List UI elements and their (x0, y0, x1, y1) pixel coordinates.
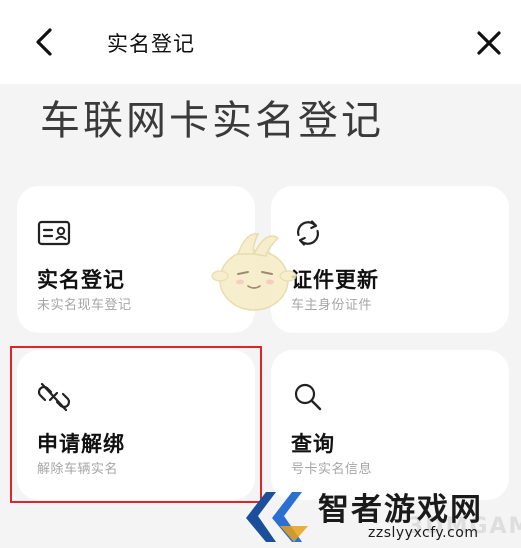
mascot-watermark (211, 233, 297, 311)
card-subtitle: 解除车辆实名 (37, 462, 119, 477)
card-subtitle: 号卡实名信息 (291, 462, 373, 477)
card-title: 实名登记 (37, 268, 125, 292)
card-title: 查询 (291, 432, 335, 456)
card-subtitle: 未实名现车登记 (37, 298, 132, 313)
search-icon (294, 383, 322, 411)
id-card-icon (37, 220, 71, 246)
card-subtitle: 车主身份证件 (291, 298, 373, 313)
watermark-brand: 智者游戏网 (318, 492, 483, 528)
chevron-left-icon (36, 28, 52, 56)
card-apply-unbind[interactable]: 申请解绑 解除车辆实名 (17, 350, 255, 500)
card-title: 申请解绑 (37, 432, 125, 456)
unlink-icon (37, 382, 71, 412)
page-title: 实名登记 (107, 32, 195, 56)
back-button[interactable] (28, 26, 60, 58)
card-query[interactable]: 查询 号卡实名信息 (271, 350, 509, 500)
site-logo-icon (246, 492, 308, 542)
close-icon (477, 31, 501, 55)
close-button[interactable] (472, 26, 506, 60)
top-bar: 实名登记 (0, 0, 521, 84)
watermark-url: zzslyyxcfy.com (368, 525, 479, 541)
card-title: 证件更新 (291, 268, 379, 292)
card-document-update[interactable]: 证件更新 车主身份证件 (271, 186, 509, 333)
section-heading: 车联网卡实名登记 (40, 98, 384, 144)
